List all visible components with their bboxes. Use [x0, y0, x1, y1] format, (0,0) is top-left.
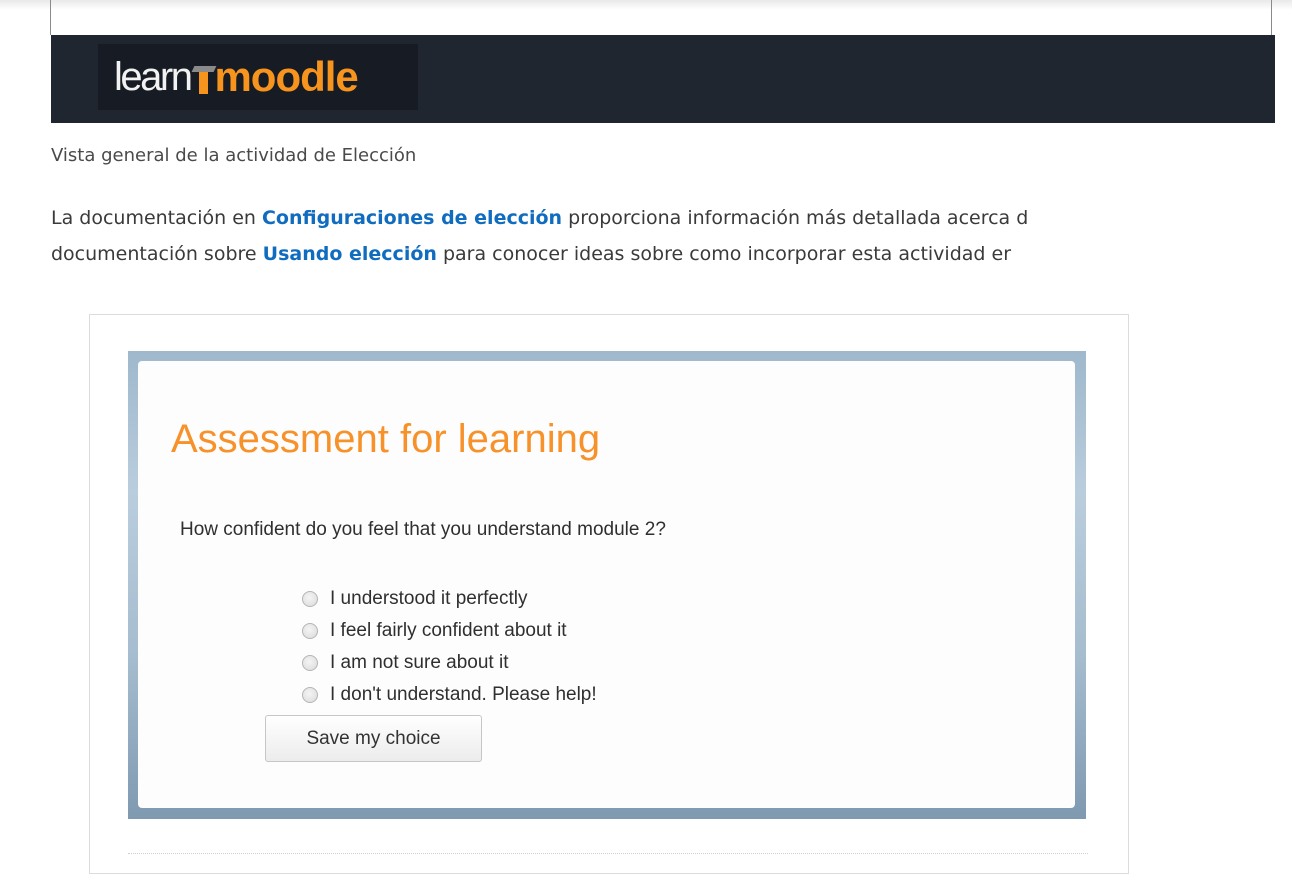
doc-text-2: proporciona información más detallada ac… [562, 207, 1029, 229]
choice-title: Assessment for learning [171, 417, 601, 461]
option-label: I am not sure about it [330, 652, 509, 673]
learnmoodle-logo[interactable]: learn moodle [98, 44, 418, 110]
using-choice-doc-link[interactable]: Usando elección [263, 243, 437, 265]
top-edge-shadow [0, 0, 1292, 10]
choice-panel: Assessment for learning How confident do… [138, 361, 1075, 808]
option-label: I understood it perfectly [330, 588, 528, 609]
choice-option[interactable]: I don't understand. Please help! [302, 679, 597, 711]
graduation-cap-icon [192, 66, 217, 96]
doc-text-1: La documentación en [51, 207, 262, 229]
choice-activity-screenshot: Assessment for learning How confident do… [128, 351, 1086, 819]
choice-option[interactable]: I feel fairly confident about it [302, 615, 597, 647]
header-bar: learn moodle [51, 35, 1275, 123]
radio-button[interactable] [302, 623, 318, 639]
choice-option[interactable]: I understood it perfectly [302, 583, 597, 615]
doc-text-4: para conocer ideas sobre como incorporar… [436, 243, 1012, 265]
choice-question: How confident do you feel that you under… [180, 519, 666, 540]
doc-text-3: documentación sobre [51, 243, 263, 265]
option-label: I feel fairly confident about it [330, 620, 567, 641]
radio-button[interactable] [302, 591, 318, 607]
documentation-paragraph: La documentación en Configuraciones de e… [51, 200, 1292, 272]
save-choice-button[interactable]: Save my choice [265, 715, 482, 762]
choice-options: I understood it perfectly I feel fairly … [302, 583, 597, 711]
page-frame-right-edge [1271, 0, 1272, 35]
section-divider [128, 853, 1088, 854]
activity-overview-caption: Vista general de la actividad de Elecció… [51, 145, 417, 166]
radio-button[interactable] [302, 687, 318, 703]
option-label: I don't understand. Please help! [330, 684, 597, 705]
radio-button[interactable] [302, 655, 318, 671]
page-frame-left-edge [50, 0, 51, 35]
settings-doc-link[interactable]: Configuraciones de elección [262, 207, 562, 229]
logo-learn-text: learn [114, 54, 193, 99]
logo-moodle-text: moodle [214, 53, 358, 100]
choice-option[interactable]: I am not sure about it [302, 647, 597, 679]
